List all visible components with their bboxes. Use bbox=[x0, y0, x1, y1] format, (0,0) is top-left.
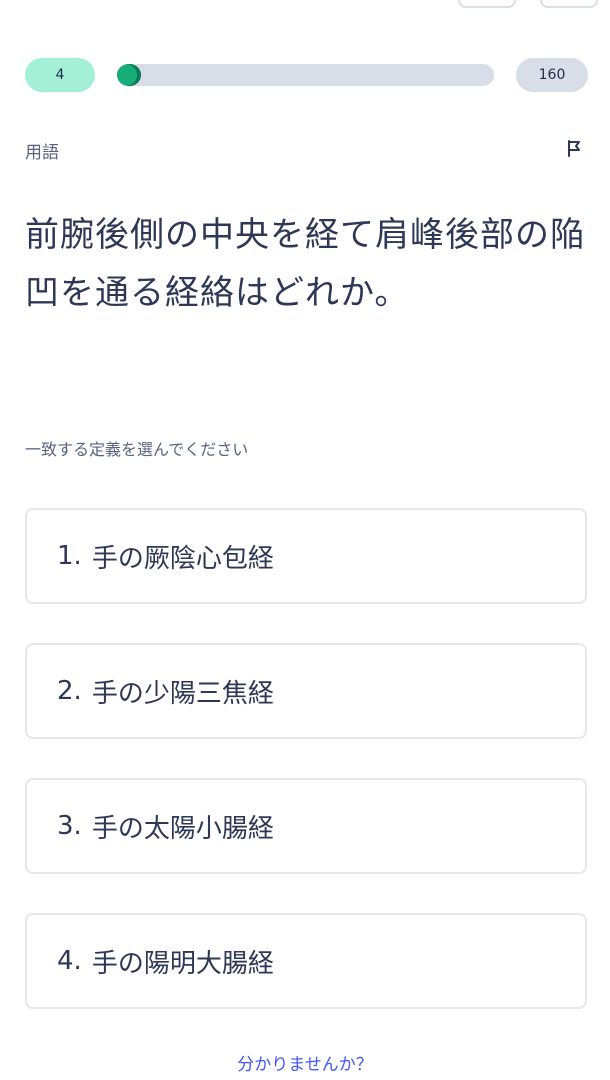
option-number: 2. bbox=[57, 676, 82, 706]
progress-current-count: 4 bbox=[25, 58, 95, 92]
flag-icon[interactable] bbox=[564, 138, 584, 158]
answer-option-4[interactable]: 4. 手の陽明大腸経 bbox=[25, 913, 587, 1009]
answer-option-1[interactable]: 1. 手の厥陰心包経 bbox=[25, 508, 587, 604]
option-number: 3. bbox=[57, 811, 82, 841]
header-button-left[interactable] bbox=[458, 0, 516, 8]
study-screen: 4 160 用語 前腕後側の中央を経て肩峰後部の陥凹を通る経絡はどれか。 一致す… bbox=[0, 0, 610, 1080]
dont-know-link[interactable]: 分かりませんか？ bbox=[0, 1050, 610, 1075]
progress-row: 4 160 bbox=[25, 58, 588, 94]
answer-option-3[interactable]: 3. 手の太陽小腸経 bbox=[25, 778, 587, 874]
option-text: 手の厥陰心包経 bbox=[91, 543, 274, 574]
option-number: 4. bbox=[57, 946, 82, 976]
term-label: 用語 bbox=[25, 143, 59, 163]
option-text: 手の少陽三焦経 bbox=[91, 678, 274, 709]
progress-total-count: 160 bbox=[516, 58, 588, 92]
option-number: 1. bbox=[57, 541, 82, 571]
instruction-text: 一致する定義を選んでください bbox=[25, 440, 249, 459]
progress-knob bbox=[117, 64, 141, 86]
option-text: 手の陽明大腸経 bbox=[91, 948, 274, 979]
answer-option-2[interactable]: 2. 手の少陽三焦経 bbox=[25, 643, 587, 739]
option-text: 手の太陽小腸経 bbox=[91, 813, 274, 844]
progress-track bbox=[117, 64, 494, 86]
header-button-right[interactable] bbox=[540, 0, 598, 8]
question-text: 前腕後側の中央を経て肩峰後部の陥凹を通る経絡はどれか。 bbox=[25, 215, 585, 313]
